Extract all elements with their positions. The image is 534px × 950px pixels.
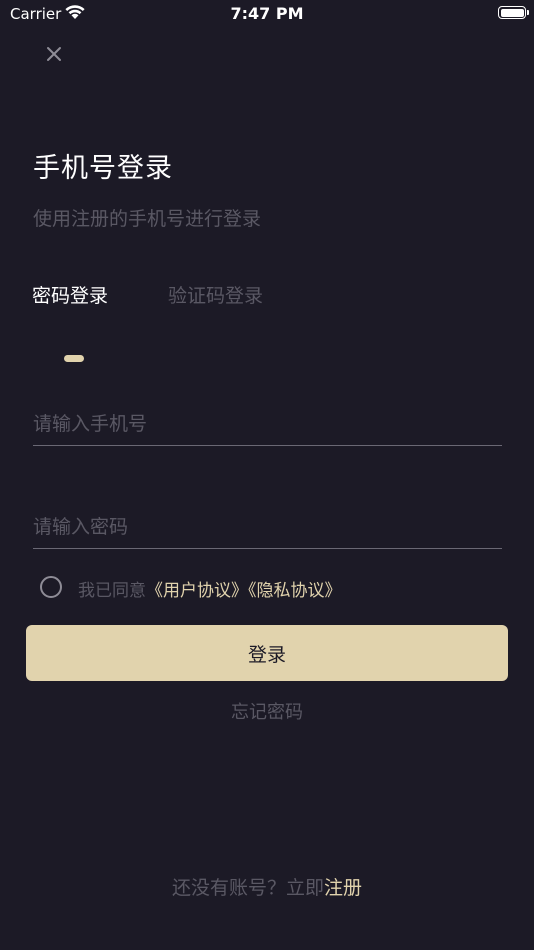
close-icon (47, 47, 61, 61)
forgot-password-link[interactable]: 忘记密码 (0, 698, 534, 724)
close-button[interactable] (40, 40, 68, 68)
register-prompt: 还没有账号？立即注册 (0, 873, 534, 900)
tab-active-indicator (64, 355, 84, 362)
battery-icon (498, 6, 529, 19)
agreement-radio[interactable] (40, 576, 62, 598)
agreement-text: 我已同意《用户协议》《隐私协议》 (78, 576, 342, 601)
status-time: 7:47 PM (230, 4, 304, 23)
tab-password-login[interactable]: 密码登录 (32, 281, 108, 308)
tab-sms-login[interactable]: 验证码登录 (168, 281, 263, 308)
password-input[interactable] (33, 505, 502, 549)
status-bar: Carrier 7:47 PM (0, 0, 534, 28)
privacy-policy-link[interactable]: 《隐私协议》 (248, 581, 342, 601)
register-prompt-text: 还没有账号？立即 (171, 877, 324, 899)
user-agreement-link[interactable]: 《用户协议》 (146, 581, 248, 601)
page-subtitle: 使用注册的手机号进行登录 (33, 208, 262, 230)
page-title: 手机号登录 (33, 153, 173, 184)
phone-input[interactable] (33, 402, 502, 446)
agreement-prefix: 我已同意 (78, 581, 146, 601)
login-button[interactable]: 登录 (26, 625, 508, 681)
register-link[interactable]: 注册 (324, 877, 362, 899)
